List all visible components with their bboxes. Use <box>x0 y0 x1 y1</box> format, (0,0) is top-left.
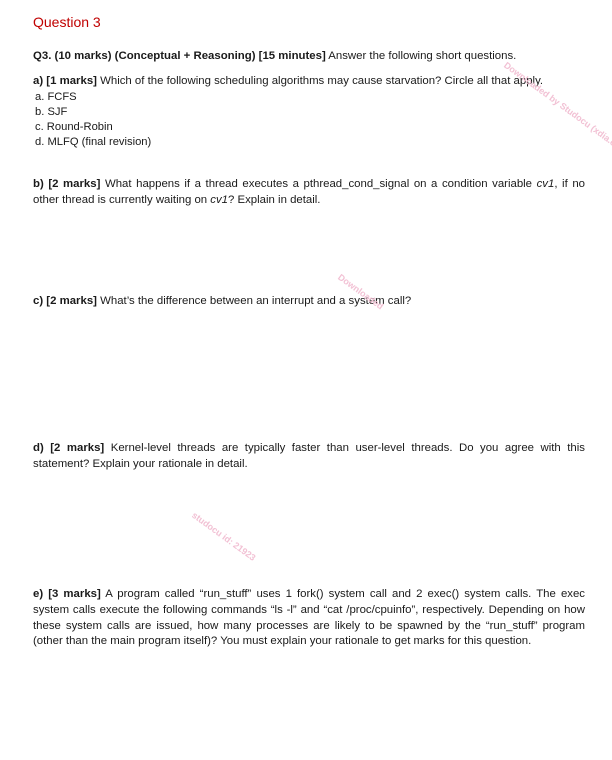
question-b: b) [2 marks] What happens if a thread ex… <box>33 177 585 209</box>
question-b-text-1: What happens if a thread executes a pthr… <box>100 178 537 190</box>
option-round-robin[interactable]: c. Round-Robin <box>33 120 585 135</box>
watermark-bottom: studocu id: 21923 <box>190 510 258 563</box>
question-e-text: A program called “run_stuff” uses 1 fork… <box>33 588 586 648</box>
question-a-marks: a) [1 marks] <box>33 75 97 87</box>
question-a-text: Which of the following scheduling algori… <box>96 75 544 87</box>
option-sjf[interactable]: b. SJF <box>33 105 585 120</box>
question-a: a) [1 marks] Which of the following sche… <box>33 74 585 150</box>
intro-title: Q3. (10 marks) (Conceptual + Reasoning) … <box>33 50 326 62</box>
question-d: d) [2 marks] Kernel-level threads are ty… <box>33 441 585 473</box>
question-heading: Question 3 <box>33 14 101 30</box>
question-b-var-2: cv1 <box>210 193 229 206</box>
question-d-marks: d) [2 marks] <box>33 442 105 454</box>
question-c-marks: c) [2 marks] <box>33 295 97 307</box>
option-fcfs[interactable]: a. FCFS <box>33 90 585 105</box>
question-b-var-1: cv1 <box>536 178 555 190</box>
question-b-marks: b) [2 marks] <box>33 178 101 190</box>
question-d-text: Kernel-level threads are typically faste… <box>33 442 585 470</box>
question-a-options: a. FCFS b. SJF c. Round-Robin d. MLFQ (f… <box>33 90 585 150</box>
intro-instructions: Answer the following short questions. <box>325 50 517 62</box>
option-mlfq[interactable]: d. MLFQ (final revision) <box>33 135 585 150</box>
question-b-text-3: ? Explain in detail. <box>228 193 321 206</box>
question-e: e) [3 marks] A program called “run_stuff… <box>33 587 585 650</box>
question-e-marks: e) [3 marks] <box>33 588 101 600</box>
question-c: c) [2 marks] What’s the difference betwe… <box>33 294 585 310</box>
